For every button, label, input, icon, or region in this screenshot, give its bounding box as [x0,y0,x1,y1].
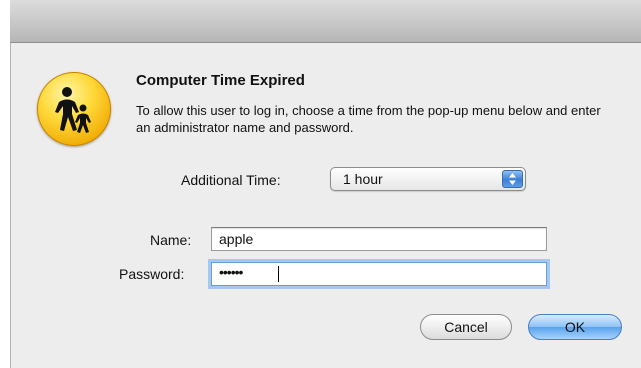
name-label: Name: [150,232,192,248]
ok-button[interactable]: OK [528,314,622,340]
password-label: Password: [119,266,185,282]
dialog-title: Computer Time Expired [136,72,305,89]
screen: Computer Time Expired To allow this user… [0,0,641,368]
additional-time-selected: 1 hour [343,171,383,187]
name-field[interactable]: apple [211,227,547,251]
additional-time-popup[interactable]: 1 hour [330,167,526,191]
additional-time-label: Additional Time: [181,172,281,188]
password-field-value: •••••• [219,264,243,280]
password-field[interactable]: •••••• [211,262,547,286]
window-titlebar [10,0,641,43]
name-field-value: apple [219,231,254,247]
cancel-button[interactable]: Cancel [420,314,512,340]
parental-controls-icon [37,72,111,146]
dialog-message: To allow this user to log in, choose a t… [136,103,601,135]
popup-arrows-icon [502,170,523,188]
text-caret [278,266,279,282]
